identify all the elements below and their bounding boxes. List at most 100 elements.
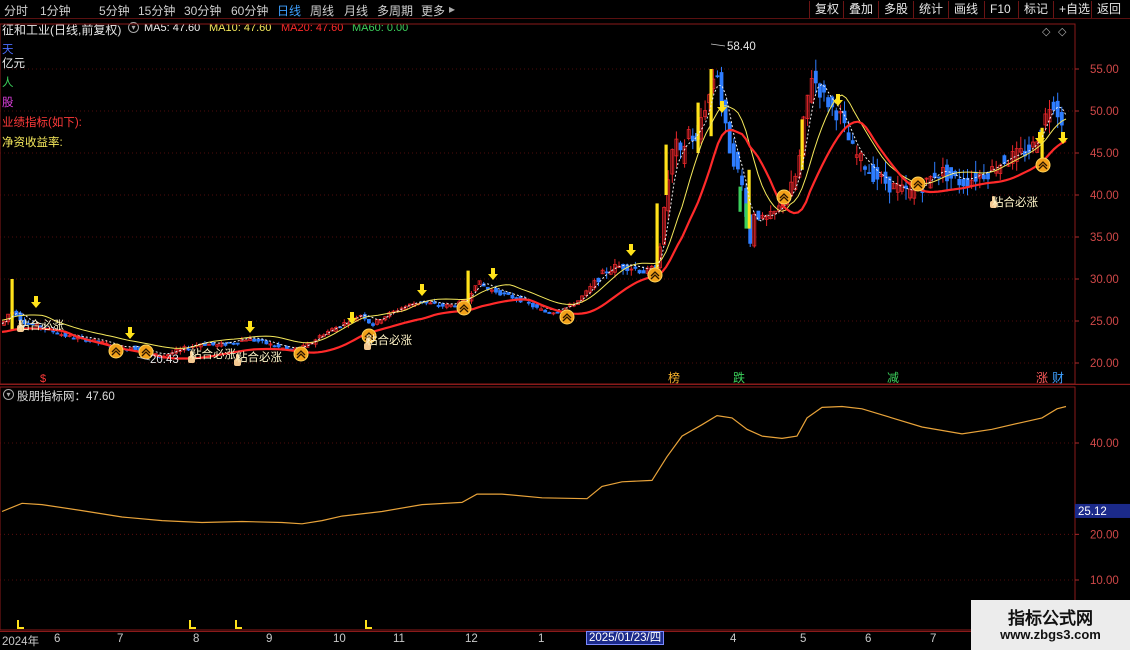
candle-body	[719, 72, 724, 106]
tab-daily[interactable]: 日线	[277, 2, 301, 19]
candle-body	[863, 166, 867, 170]
candle-body	[1051, 101, 1056, 111]
tab-monthly[interactable]: 月线	[344, 2, 368, 19]
golden-coin-icon	[456, 300, 472, 316]
event-marker: $	[40, 373, 46, 385]
candle-body	[531, 302, 535, 308]
tab-multiperiod[interactable]: 多周期	[377, 2, 413, 19]
f10-button[interactable]: F10	[984, 1, 1016, 18]
sub-indicator-chart[interactable]: 40.00 20.00 10.00 25.12	[0, 385, 1130, 631]
signal-text: 粘合必涨	[236, 350, 282, 364]
duogu-button[interactable]: 多股	[878, 1, 913, 18]
tab-15min[interactable]: 15分钟	[138, 2, 175, 19]
tab-fenshi[interactable]: 分时	[4, 2, 28, 19]
candle-body	[1055, 100, 1060, 118]
back-button[interactable]: 返回	[1091, 1, 1126, 18]
y-tick-label: 45.00	[1090, 148, 1119, 160]
tab-5min[interactable]: 5分钟	[99, 2, 130, 19]
candle-body	[547, 312, 552, 314]
ma20-line	[1, 120, 1067, 360]
date-label: 2024年	[2, 636, 40, 648]
golden-coin-icon	[1035, 157, 1051, 173]
add-watchlist-button[interactable]: +自选	[1053, 1, 1095, 18]
tab-30min[interactable]: 30分钟	[184, 2, 221, 19]
date-label: 12	[465, 633, 478, 645]
candle-body	[71, 337, 76, 340]
golden-coin-icon	[776, 189, 792, 205]
candle-body	[264, 340, 269, 345]
high-leader	[710, 43, 726, 47]
tab-1min[interactable]: 1分钟	[40, 2, 71, 19]
event-marker: 涨	[1036, 370, 1048, 385]
event-marker: 减	[887, 371, 899, 385]
bottom-signal-marker	[189, 620, 196, 629]
candle-body	[55, 332, 60, 335]
tab-60min[interactable]: 60分钟	[231, 2, 268, 19]
tab-weekly[interactable]: 周线	[310, 2, 334, 19]
candle-body	[727, 121, 732, 154]
down-arrow-icon	[417, 284, 427, 296]
candle-body	[678, 142, 683, 151]
diamond-icon: ◇	[1042, 26, 1051, 38]
date-label: 10	[333, 633, 346, 645]
candle-body	[986, 173, 990, 180]
golden-coin-icon	[910, 176, 926, 192]
signal-bar	[664, 144, 668, 195]
event-marker: 榜	[668, 370, 680, 385]
candle-body	[715, 75, 720, 78]
candle-body	[231, 342, 236, 345]
signal-text: 粘合必涨	[18, 318, 64, 332]
candle-body	[494, 288, 498, 293]
y-tick-label: 30.00	[1090, 274, 1119, 286]
date-label: 1	[538, 633, 545, 645]
tab-more[interactable]: 更多	[421, 2, 445, 19]
candle-body	[961, 178, 966, 187]
date-label: 8	[193, 633, 200, 645]
fuquan-button[interactable]: 复权	[809, 1, 844, 18]
candle-body	[436, 305, 441, 307]
date-label: 11	[393, 633, 405, 645]
candle-body	[637, 269, 642, 274]
golden-coin-icon	[293, 346, 309, 362]
signal-text: 粘合必涨	[366, 333, 412, 347]
event-marker: 跌	[733, 370, 745, 385]
bottom-signal-marker	[235, 620, 242, 629]
candle-body	[284, 346, 289, 350]
signal-text: 粘合必涨	[992, 195, 1038, 209]
candle-body	[818, 83, 822, 98]
down-arrow-icon	[488, 268, 498, 280]
candle-body	[502, 292, 507, 295]
candle-body	[260, 339, 265, 341]
biaoji-button[interactable]: 标记	[1018, 1, 1053, 18]
down-arrow-icon	[1058, 132, 1068, 144]
low-price-label: 20.43	[150, 354, 179, 366]
diejia-button[interactable]: 叠加	[843, 1, 878, 18]
date-label: 7	[930, 633, 937, 645]
down-arrow-icon	[31, 296, 41, 308]
candle-body	[723, 99, 728, 124]
down-arrow-icon	[626, 244, 636, 256]
candle-body	[846, 132, 851, 141]
candle-body	[223, 342, 228, 346]
signal-bar	[10, 279, 14, 330]
candle-body	[736, 151, 740, 170]
candle-body	[1027, 144, 1031, 154]
y-tick-label: 10.00	[1090, 575, 1119, 587]
tongji-button[interactable]: 统计	[913, 1, 948, 18]
y-tick-label: 50.00	[1090, 106, 1119, 118]
more-arrow-icon[interactable]: ▸	[449, 2, 455, 16]
candle-body	[973, 171, 978, 182]
candle-body	[949, 167, 953, 179]
candle-body	[1059, 112, 1064, 126]
huaxian-button[interactable]: 画线	[948, 1, 983, 18]
watermark: 指标公式网 www.zbgs3.com	[971, 600, 1130, 650]
price-chart[interactable]: 55.00 50.00 45.00 40.00 35.00 30.00 25.00 20.00…	[0, 20, 1130, 385]
y-tick-label: 40.00	[1090, 190, 1119, 202]
candle-body	[850, 140, 855, 144]
candle-body	[555, 311, 560, 314]
candle-body	[834, 110, 839, 121]
stock-chart-app: 分时 1分钟 5分钟 15分钟 30分钟 60分钟 日线 周线 月线 多周期 更…	[0, 0, 1130, 650]
candle-body	[904, 185, 908, 189]
candle-body	[535, 304, 539, 308]
date-label: 4	[730, 633, 737, 645]
